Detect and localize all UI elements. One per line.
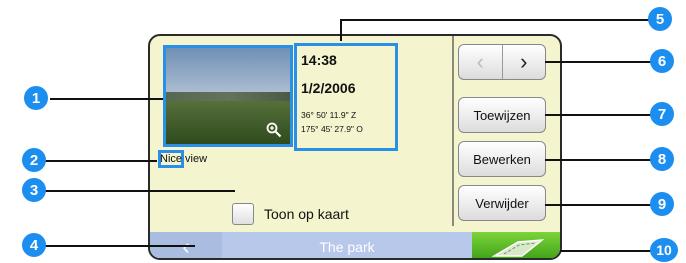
road-shape — [492, 239, 544, 257]
callout-9: 9 — [650, 192, 674, 216]
callout-line-7 — [545, 114, 655, 116]
bottom-bar: ‹ The park — [150, 232, 560, 258]
coord-lat: 36° 50' 11.9" Z — [301, 110, 357, 120]
chevron-left-icon[interactable]: ‹ — [459, 45, 502, 79]
callout-line-5 — [340, 19, 650, 21]
callout-line-2 — [45, 160, 157, 162]
callout-4: 4 — [22, 233, 46, 257]
coord-lon: 175° 45' 27.9" O — [301, 124, 363, 134]
device-screen: Nice view 14:38 1/2/2006 36° 50' 11.9" Z… — [148, 34, 562, 260]
photo-info-panel: 14:38 1/2/2006 36° 50' 11.9" Z 175° 45' … — [294, 43, 398, 151]
road-go-icon[interactable] — [472, 232, 560, 258]
show-on-map-checkbox[interactable] — [232, 203, 254, 225]
callout-8: 8 — [650, 147, 674, 171]
chevron-right-icon[interactable]: › — [501, 45, 546, 79]
edit-button[interactable]: Bewerken — [458, 141, 546, 177]
photo-thumbnail[interactable] — [163, 45, 293, 147]
callout-10: 10 — [650, 238, 678, 262]
callout-7: 7 — [650, 102, 674, 126]
callout-line-1 — [50, 98, 163, 100]
photo-caption: Nice view — [160, 153, 208, 165]
screen-title: The park — [222, 232, 472, 258]
photo-time: 14:38 — [301, 52, 337, 68]
zoom-icon — [266, 122, 282, 138]
callout-line-3 — [45, 190, 235, 192]
callout-line-5-vert — [340, 19, 342, 41]
callout-line-8 — [545, 159, 655, 161]
callout-line-9 — [545, 204, 655, 206]
callout-3: 3 — [22, 178, 46, 202]
delete-button[interactable]: Verwijder — [458, 185, 546, 221]
callout-line-4 — [45, 245, 195, 247]
show-on-map-label: Toon op kaart — [264, 206, 349, 222]
photo-coordinates: 36° 50' 11.9" Z 175° 45' 27.9" O — [301, 108, 391, 136]
panel-divider — [452, 36, 454, 226]
callout-line-6 — [545, 61, 653, 63]
assign-button[interactable]: Toewijzen — [458, 97, 546, 133]
callout-6: 6 — [650, 49, 674, 73]
callout-1: 1 — [24, 86, 48, 110]
photo-date: 1/2/2006 — [301, 80, 356, 96]
callout-line-10 — [560, 250, 655, 252]
callout-5: 5 — [648, 7, 672, 31]
photo-pager: ‹ › — [458, 44, 546, 80]
callout-2: 2 — [22, 148, 46, 172]
